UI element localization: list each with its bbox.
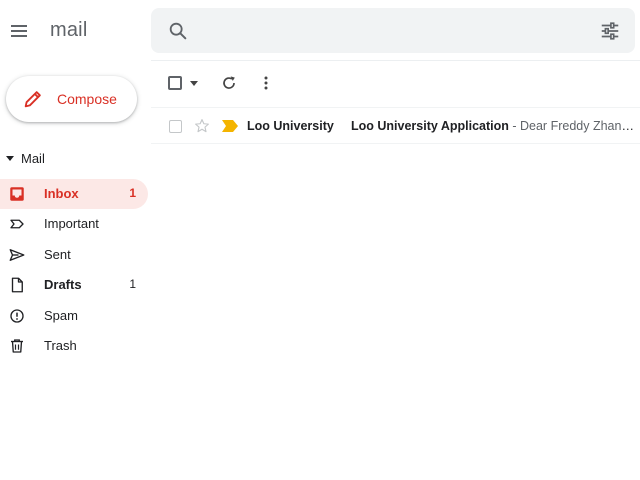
sidebar-item-label: Spam bbox=[44, 308, 78, 323]
email-preview: Loo University Application - Dear Freddy… bbox=[351, 119, 638, 133]
spam-icon bbox=[10, 309, 24, 323]
refresh-icon[interactable] bbox=[219, 73, 239, 93]
email-subject: Loo University Application bbox=[351, 119, 509, 133]
caret-down-icon bbox=[6, 155, 14, 161]
mail-app: mail Compose Mail Inbox 1 Important Sent… bbox=[0, 0, 640, 480]
sidebar-item-label: Important bbox=[44, 216, 99, 231]
important-marker-icon[interactable] bbox=[222, 120, 238, 132]
sidebar-item-spam[interactable]: Spam bbox=[0, 301, 148, 331]
header-divider bbox=[151, 60, 640, 61]
unread-count: 1 bbox=[129, 186, 136, 200]
draft-icon bbox=[11, 277, 23, 293]
pencil-icon bbox=[24, 91, 41, 108]
search-options-icon[interactable] bbox=[599, 20, 621, 42]
compose-label: Compose bbox=[57, 91, 117, 107]
main-menu-button[interactable] bbox=[9, 21, 29, 41]
sidebar-item-inbox[interactable]: Inbox 1 bbox=[0, 179, 148, 209]
compose-button[interactable]: Compose bbox=[6, 76, 137, 122]
sidebar-item-label: Drafts bbox=[44, 277, 82, 292]
sidebar-item-label: Sent bbox=[44, 247, 71, 262]
email-row[interactable]: Loo University Loo University Applicatio… bbox=[151, 107, 640, 144]
sidebar-item-label: Trash bbox=[44, 338, 77, 353]
email-snippet: Dear Freddy Zhang, ... bbox=[520, 119, 638, 133]
search-icon[interactable] bbox=[167, 20, 189, 42]
sidebar-item-important[interactable]: Important bbox=[0, 209, 148, 239]
sidebar-item-label: Inbox bbox=[44, 186, 79, 201]
sidebar-item-trash[interactable]: Trash bbox=[0, 331, 148, 361]
email-select-checkbox[interactable] bbox=[169, 120, 182, 133]
hamburger-icon-line bbox=[11, 35, 27, 37]
mail-section-label: Mail bbox=[21, 150, 45, 166]
send-icon bbox=[9, 249, 25, 261]
inbox-icon bbox=[10, 187, 24, 201]
app-logo[interactable]: mail bbox=[50, 19, 87, 42]
draft-count: 1 bbox=[129, 277, 136, 291]
email-sender: Loo University bbox=[247, 119, 334, 133]
hamburger-icon-line bbox=[11, 25, 27, 27]
star-icon[interactable] bbox=[193, 117, 211, 135]
trash-icon bbox=[11, 339, 23, 353]
search-bar bbox=[151, 8, 635, 53]
sidebar-item-sent[interactable]: Sent bbox=[0, 240, 148, 270]
mail-section-toggle[interactable]: Mail bbox=[6, 149, 45, 167]
sidebar-item-drafts[interactable]: Drafts 1 bbox=[0, 270, 148, 300]
search-input[interactable] bbox=[203, 18, 583, 43]
hamburger-icon-line bbox=[11, 30, 27, 32]
select-options-dropdown-icon[interactable] bbox=[190, 81, 198, 86]
email-separator: - bbox=[508, 119, 520, 133]
important-icon bbox=[10, 219, 24, 229]
select-all-checkbox[interactable] bbox=[168, 76, 182, 90]
more-options-icon[interactable] bbox=[256, 73, 276, 93]
